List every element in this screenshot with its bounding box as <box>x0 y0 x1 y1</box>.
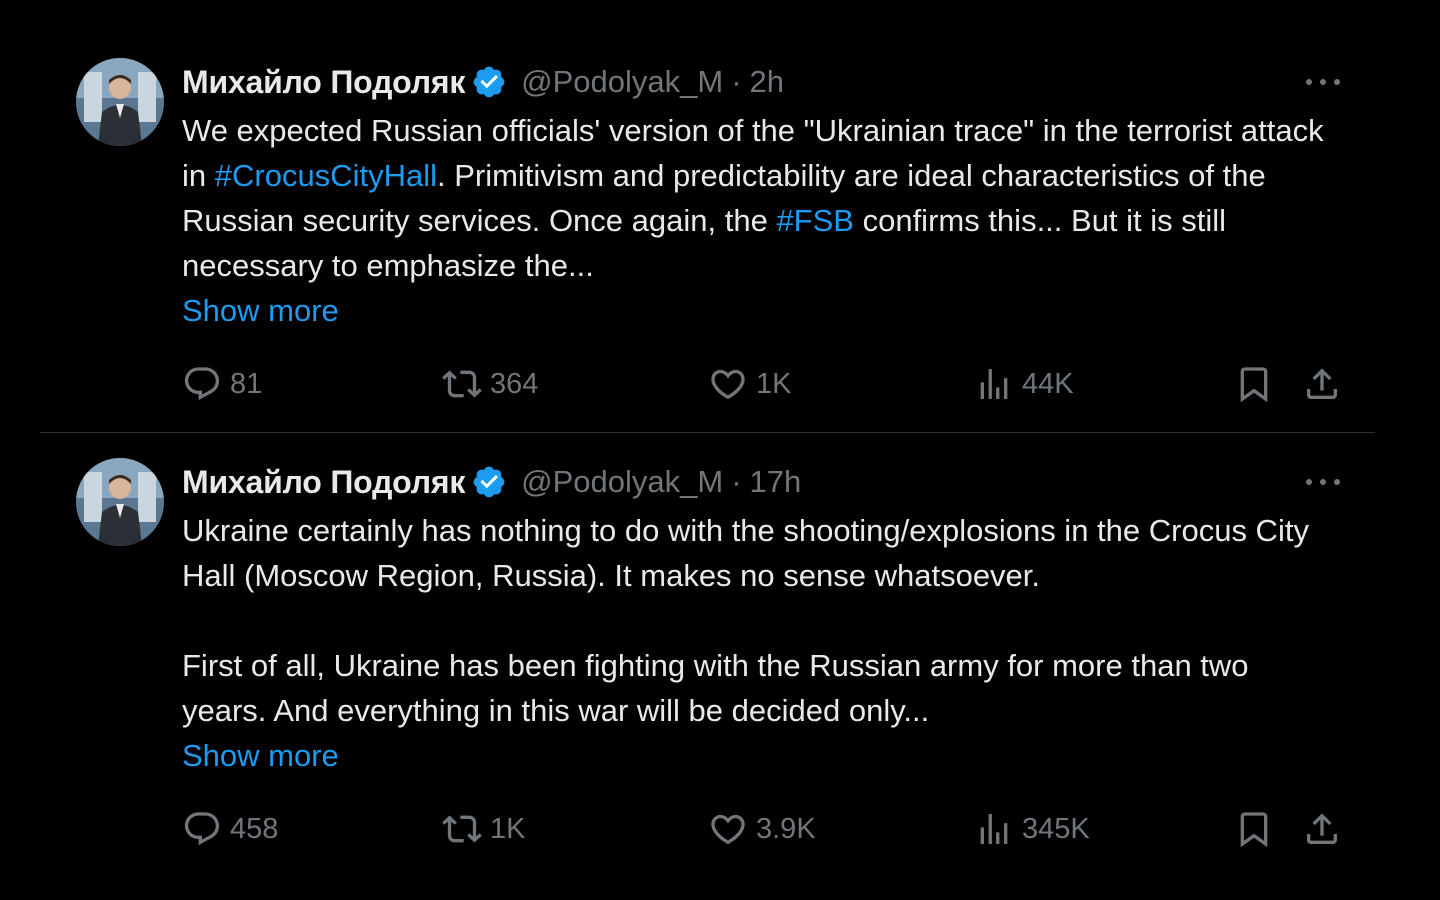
show-more-link[interactable]: Show more <box>182 733 1332 778</box>
avatar[interactable] <box>76 58 164 146</box>
author-name[interactable]: Михайло Подоляк <box>182 64 465 101</box>
avatar-photo <box>76 58 164 146</box>
hashtag-link[interactable]: #CrocusCityHall <box>215 158 437 193</box>
like-count: 1K <box>756 367 792 400</box>
tweet-divider <box>40 432 1375 433</box>
timestamp[interactable]: 17h <box>750 464 802 500</box>
share-button[interactable] <box>1302 805 1342 853</box>
reply-count: 458 <box>230 812 279 845</box>
reply-button[interactable]: 458 <box>182 805 278 853</box>
reply-count: 81 <box>230 367 263 400</box>
retweet-button[interactable]: 364 <box>442 360 538 408</box>
tweet-text-part: Ukraine certainly has nothing to do with… <box>182 513 1309 728</box>
bookmark-icon <box>1240 812 1268 848</box>
views-count: 345K <box>1022 812 1090 845</box>
tweet-header: Михайло Подоляк @Podolyak_M · 2h <box>182 62 784 102</box>
reply-button[interactable]: 81 <box>182 360 262 408</box>
retweet-count: 364 <box>490 367 539 400</box>
verified-badge-icon <box>471 464 507 500</box>
avatar[interactable] <box>76 458 164 546</box>
bookmark-icon <box>1240 367 1268 403</box>
views-button[interactable]: 44K <box>974 360 1074 408</box>
verified-badge-icon <box>471 64 507 100</box>
bookmark-button[interactable] <box>1234 805 1274 853</box>
tweet-text: We expected Russian officials' version o… <box>182 108 1332 333</box>
author-handle[interactable]: @Podolyak_M <box>521 64 723 100</box>
share-icon <box>1307 813 1337 844</box>
views-count: 44K <box>1022 367 1074 400</box>
bookmark-button[interactable] <box>1234 360 1274 408</box>
views-icon <box>980 369 1008 399</box>
like-icon <box>711 369 745 400</box>
like-count: 3.9K <box>756 812 816 845</box>
reply-icon <box>184 367 220 401</box>
more-icon[interactable] <box>1300 468 1346 496</box>
like-button[interactable]: 1K <box>708 360 791 408</box>
timestamp[interactable]: 2h <box>750 64 784 100</box>
views-icon <box>980 814 1008 844</box>
author-handle[interactable]: @Podolyak_M <box>521 464 723 500</box>
retweet-button[interactable]: 1K <box>442 805 525 853</box>
hashtag-link[interactable]: #FSB <box>776 203 854 238</box>
retweet-count: 1K <box>490 812 526 845</box>
views-button[interactable]: 345K <box>974 805 1090 853</box>
tweet-header: Михайло Подоляк @Podolyak_M · 17h <box>182 462 801 502</box>
separator-dot: · <box>731 464 742 499</box>
like-icon <box>711 814 745 845</box>
tweet-text: Ukraine certainly has nothing to do with… <box>182 508 1332 778</box>
avatar-photo <box>76 458 164 546</box>
author-name[interactable]: Михайло Подоляк <box>182 464 465 501</box>
action-bar: 81 364 1K 44K <box>0 360 1440 408</box>
share-icon <box>1307 368 1337 399</box>
like-button[interactable]: 3.9K <box>708 805 816 853</box>
action-bar: 458 1K 3.9K 345K <box>0 805 1440 853</box>
separator-dot: · <box>731 64 742 99</box>
more-icon[interactable] <box>1300 68 1346 96</box>
retweet-icon <box>442 370 482 398</box>
share-button[interactable] <box>1302 360 1342 408</box>
show-more-link[interactable]: Show more <box>182 288 1332 333</box>
retweet-icon <box>442 815 482 843</box>
reply-icon <box>184 812 220 846</box>
